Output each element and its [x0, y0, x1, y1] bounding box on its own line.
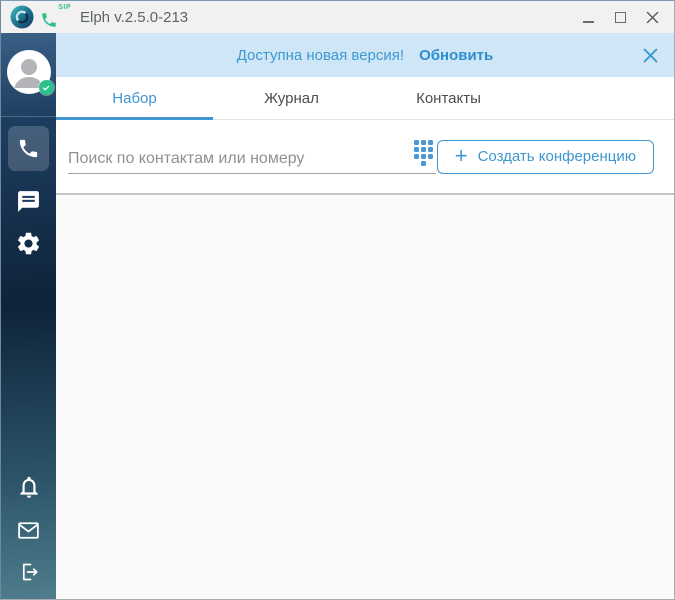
update-link[interactable]: Обновить — [419, 47, 493, 64]
minimize-button[interactable] — [572, 1, 604, 33]
close-button[interactable] — [636, 1, 668, 33]
user-avatar[interactable] — [6, 50, 54, 95]
tab-label: Контакты — [416, 89, 481, 107]
window-title: Elph v.2.5.0-213 — [80, 8, 189, 26]
banner-close-icon — [643, 48, 657, 62]
phone-icon — [19, 139, 38, 158]
create-conference-label: Создать конференцию — [477, 148, 636, 165]
sidebar-item-settings[interactable] — [8, 228, 49, 258]
search-field — [68, 139, 436, 174]
titlebar: SIP Elph v.2.5.0-213 — [1, 1, 674, 33]
main-panel: Доступна новая версия! Обновить Набор Жу… — [56, 33, 674, 599]
dialpad-icon[interactable] — [414, 139, 433, 166]
tab-dialer[interactable]: Набор — [56, 77, 213, 120]
sidebar — [1, 33, 56, 599]
search-input[interactable] — [68, 149, 408, 168]
update-banner: Доступна новая версия! Обновить — [56, 33, 674, 77]
plus-icon: + — [454, 142, 468, 168]
sidebar-item-messages[interactable] — [8, 186, 49, 216]
banner-close-button[interactable] — [642, 47, 658, 63]
bell-icon — [19, 476, 38, 498]
tab-label: Журнал — [264, 89, 319, 107]
sidebar-item-notifications[interactable] — [8, 474, 49, 500]
minimize-icon — [582, 21, 594, 23]
tab-journal[interactable]: Журнал — [213, 77, 370, 119]
content-area — [56, 195, 674, 599]
envelope-icon — [18, 521, 39, 539]
window-controls — [572, 1, 674, 33]
sidebar-item-logout[interactable] — [8, 560, 49, 584]
sidebar-item-voicemail[interactable] — [8, 518, 49, 542]
tab-label: Набор — [112, 89, 157, 107]
tab-contacts[interactable]: Контакты — [370, 77, 527, 119]
maximize-button[interactable] — [604, 1, 636, 33]
chat-icon — [18, 190, 39, 212]
update-message: Доступна новая версия! — [236, 46, 405, 64]
check-icon — [42, 85, 50, 90]
close-icon — [646, 11, 658, 23]
gear-icon — [17, 232, 40, 254]
online-status-badge — [38, 80, 54, 95]
logout-icon — [22, 563, 38, 581]
sidebar-item-dialer[interactable] — [8, 126, 49, 171]
sip-label: SIP — [58, 4, 71, 11]
sidebar-divider — [1, 116, 56, 117]
app-logo-icon — [10, 5, 34, 29]
create-conference-button[interactable]: + Создать конференцию — [436, 139, 654, 174]
toolbar: + Создать конференцию — [56, 120, 674, 195]
maximize-icon — [614, 11, 626, 23]
sip-phone-icon: SIP — [40, 4, 72, 30]
app-window: SIP Elph v.2.5.0-213 Доступна новая верс… — [0, 0, 675, 600]
tab-bar: Набор Журнал Контакты — [56, 77, 674, 120]
